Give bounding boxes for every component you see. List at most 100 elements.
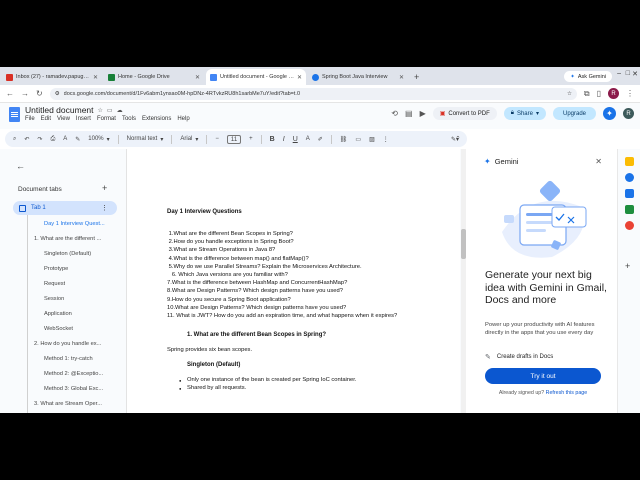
- question-item[interactable]: 5.Why do we use Parallel Streams? Explai…: [167, 264, 362, 270]
- browser-tab-docs[interactable]: Untitled document - Google Do... ✕: [206, 69, 306, 85]
- browser-tab-gmail[interactable]: Inbox (27) - ramadev.papuga@... ✕: [2, 69, 102, 85]
- font-size-increase[interactable]: +: [249, 136, 253, 142]
- move-folder-icon[interactable]: ▭: [107, 107, 113, 114]
- question-item[interactable]: 7.What is the difference between HashMap…: [167, 280, 347, 286]
- maximize-icon[interactable]: □: [626, 70, 630, 77]
- menu-edit[interactable]: Edit: [41, 116, 51, 122]
- spellcheck-icon[interactable]: A: [63, 136, 67, 142]
- question-item[interactable]: 6. Which Java versions are you familiar …: [167, 272, 288, 278]
- menu-format[interactable]: Format: [97, 116, 116, 122]
- ask-gemini-button[interactable]: ✦ Ask Gemini: [564, 71, 612, 82]
- collapse-toolbar-icon[interactable]: ⌃: [455, 135, 461, 143]
- undo-icon[interactable]: ↶: [24, 136, 29, 143]
- font-select[interactable]: Arial ▾: [180, 136, 198, 143]
- browser-tab-spring[interactable]: Spring Boot Java Interview ✕: [308, 69, 408, 85]
- outline-item[interactable]: Day 1 Interview Quest...: [44, 221, 105, 227]
- outline-item[interactable]: 1. What are the different ...: [34, 236, 101, 242]
- minimize-icon[interactable]: –: [617, 70, 621, 77]
- side-panel-icon[interactable]: ▯: [597, 89, 601, 98]
- paint-format-icon[interactable]: ✎: [75, 136, 80, 143]
- get-addons-icon[interactable]: +: [625, 261, 630, 271]
- question-item[interactable]: 9.How do you secure a Spring Boot applic…: [167, 297, 291, 303]
- close-icon[interactable]: ✕: [399, 74, 404, 81]
- tasks-icon[interactable]: [625, 173, 634, 182]
- comment-icon[interactable]: ▭: [355, 136, 361, 143]
- back-icon[interactable]: ←: [6, 89, 14, 98]
- keep-icon[interactable]: [625, 157, 634, 166]
- chrome-menu-icon[interactable]: ⋮: [626, 89, 634, 98]
- image-icon[interactable]: ▨: [369, 136, 375, 143]
- refresh-link[interactable]: Refresh this page: [546, 390, 588, 396]
- italic-icon[interactable]: I: [283, 136, 285, 143]
- browser-tab-drive[interactable]: Home - Google Drive ✕: [104, 69, 204, 85]
- tab-1[interactable]: Tab 1 ⋮: [13, 201, 117, 215]
- underline-icon[interactable]: U: [293, 136, 298, 143]
- paragraph[interactable]: Spring provides six bean scopes.: [167, 347, 252, 353]
- link-icon[interactable]: ⛓: [340, 136, 348, 143]
- font-size-input[interactable]: 11: [226, 134, 242, 144]
- document-page[interactable]: Day 1 Interview Questions 1.What are the…: [126, 149, 460, 413]
- forward-icon[interactable]: →: [21, 89, 29, 98]
- menu-view[interactable]: View: [57, 116, 70, 122]
- upgrade-button[interactable]: Upgrade: [552, 107, 596, 120]
- contacts-icon[interactable]: [625, 221, 634, 230]
- close-icon[interactable]: ✕: [195, 74, 200, 81]
- add-tab-button[interactable]: +: [102, 183, 107, 193]
- outline-item[interactable]: Application: [44, 311, 72, 317]
- vertical-scrollbar[interactable]: [461, 149, 466, 413]
- menu-file[interactable]: File: [25, 116, 35, 122]
- more-options-icon[interactable]: ⋮: [101, 204, 108, 212]
- zoom-select[interactable]: 100% ▾: [88, 136, 109, 143]
- comments-icon[interactable]: ▤: [405, 109, 413, 118]
- outline-item[interactable]: Method 3: Global Exc...: [44, 386, 103, 392]
- bold-icon[interactable]: B: [270, 136, 275, 143]
- calendar-icon[interactable]: [625, 189, 634, 198]
- outline-item[interactable]: Method 1: try-catch: [44, 356, 93, 362]
- meet-icon[interactable]: ▶: [420, 109, 426, 118]
- profile-avatar[interactable]: R: [608, 88, 619, 99]
- outline-item[interactable]: Session: [44, 296, 64, 302]
- redo-icon[interactable]: ↷: [37, 136, 42, 143]
- close-window-icon[interactable]: ✕: [632, 70, 638, 78]
- subheading[interactable]: Singleton (Default): [187, 362, 240, 368]
- gemini-button[interactable]: ✦: [603, 107, 616, 120]
- menu-tools[interactable]: Tools: [122, 116, 136, 122]
- document-canvas[interactable]: Day 1 Interview Questions 1.What are the…: [126, 149, 466, 413]
- bookmark-star-icon[interactable]: ☆: [567, 91, 572, 97]
- omnibox[interactable]: ⚙ docs.google.com/document/d/1Fv6abm1yns…: [49, 87, 577, 100]
- chevron-down-icon[interactable]: ▾: [536, 110, 539, 117]
- outline-item[interactable]: Request: [44, 281, 65, 287]
- font-size-decrease[interactable]: −: [215, 136, 219, 142]
- outline-item[interactable]: 2. How do you handle ex...: [34, 341, 101, 347]
- question-item[interactable]: 3.What are Stream Operations in Java 8?: [167, 247, 276, 253]
- style-select[interactable]: Normal text ▾: [127, 136, 164, 143]
- outline-item[interactable]: Singleton (Default): [44, 251, 91, 257]
- question-item[interactable]: 11. What is JWT? How do you add an expir…: [167, 313, 397, 319]
- share-button[interactable]: 🔒︎ Share ▾: [503, 107, 546, 120]
- search-menus-icon[interactable]: ⌕: [13, 136, 16, 143]
- history-icon[interactable]: ⟲: [391, 109, 398, 118]
- outline-item[interactable]: Method 2: @Exceptio...: [44, 371, 103, 377]
- menu-insert[interactable]: Insert: [76, 116, 91, 122]
- outline-item[interactable]: Prototype: [44, 266, 68, 272]
- star-icon[interactable]: ☆: [98, 107, 103, 114]
- extensions-icon[interactable]: ⧉: [584, 89, 590, 99]
- print-icon[interactable]: ⎙: [50, 136, 55, 143]
- new-tab-button[interactable]: +: [414, 72, 419, 82]
- close-icon[interactable]: ✕: [595, 157, 602, 166]
- back-arrow-icon[interactable]: ←: [16, 161, 25, 171]
- url-text[interactable]: docs.google.com/document/d/1Fv6abm1ynsao…: [64, 91, 563, 97]
- doc-title[interactable]: Untitled document: [25, 105, 94, 115]
- docs-logo-icon[interactable]: [9, 107, 20, 122]
- menu-extensions[interactable]: Extensions: [142, 116, 171, 122]
- menu-help[interactable]: Help: [177, 116, 189, 122]
- close-icon[interactable]: ✕: [297, 74, 302, 81]
- scroll-thumb[interactable]: [461, 229, 466, 259]
- try-it-out-button[interactable]: Try it out: [485, 368, 601, 384]
- question-item[interactable]: 10.What are Design Patterns? Which desig…: [167, 305, 346, 311]
- outline-item[interactable]: WebSocket: [44, 326, 73, 332]
- question-item[interactable]: 1.What are the different Bean Scopes in …: [167, 231, 293, 237]
- convert-to-pdf-button[interactable]: ▣ Convert to PDF: [432, 107, 497, 120]
- question-item[interactable]: 2.How do you handle exceptions in Spring…: [167, 239, 294, 245]
- question-item[interactable]: 8.What are Design Patterns? Which design…: [167, 288, 343, 294]
